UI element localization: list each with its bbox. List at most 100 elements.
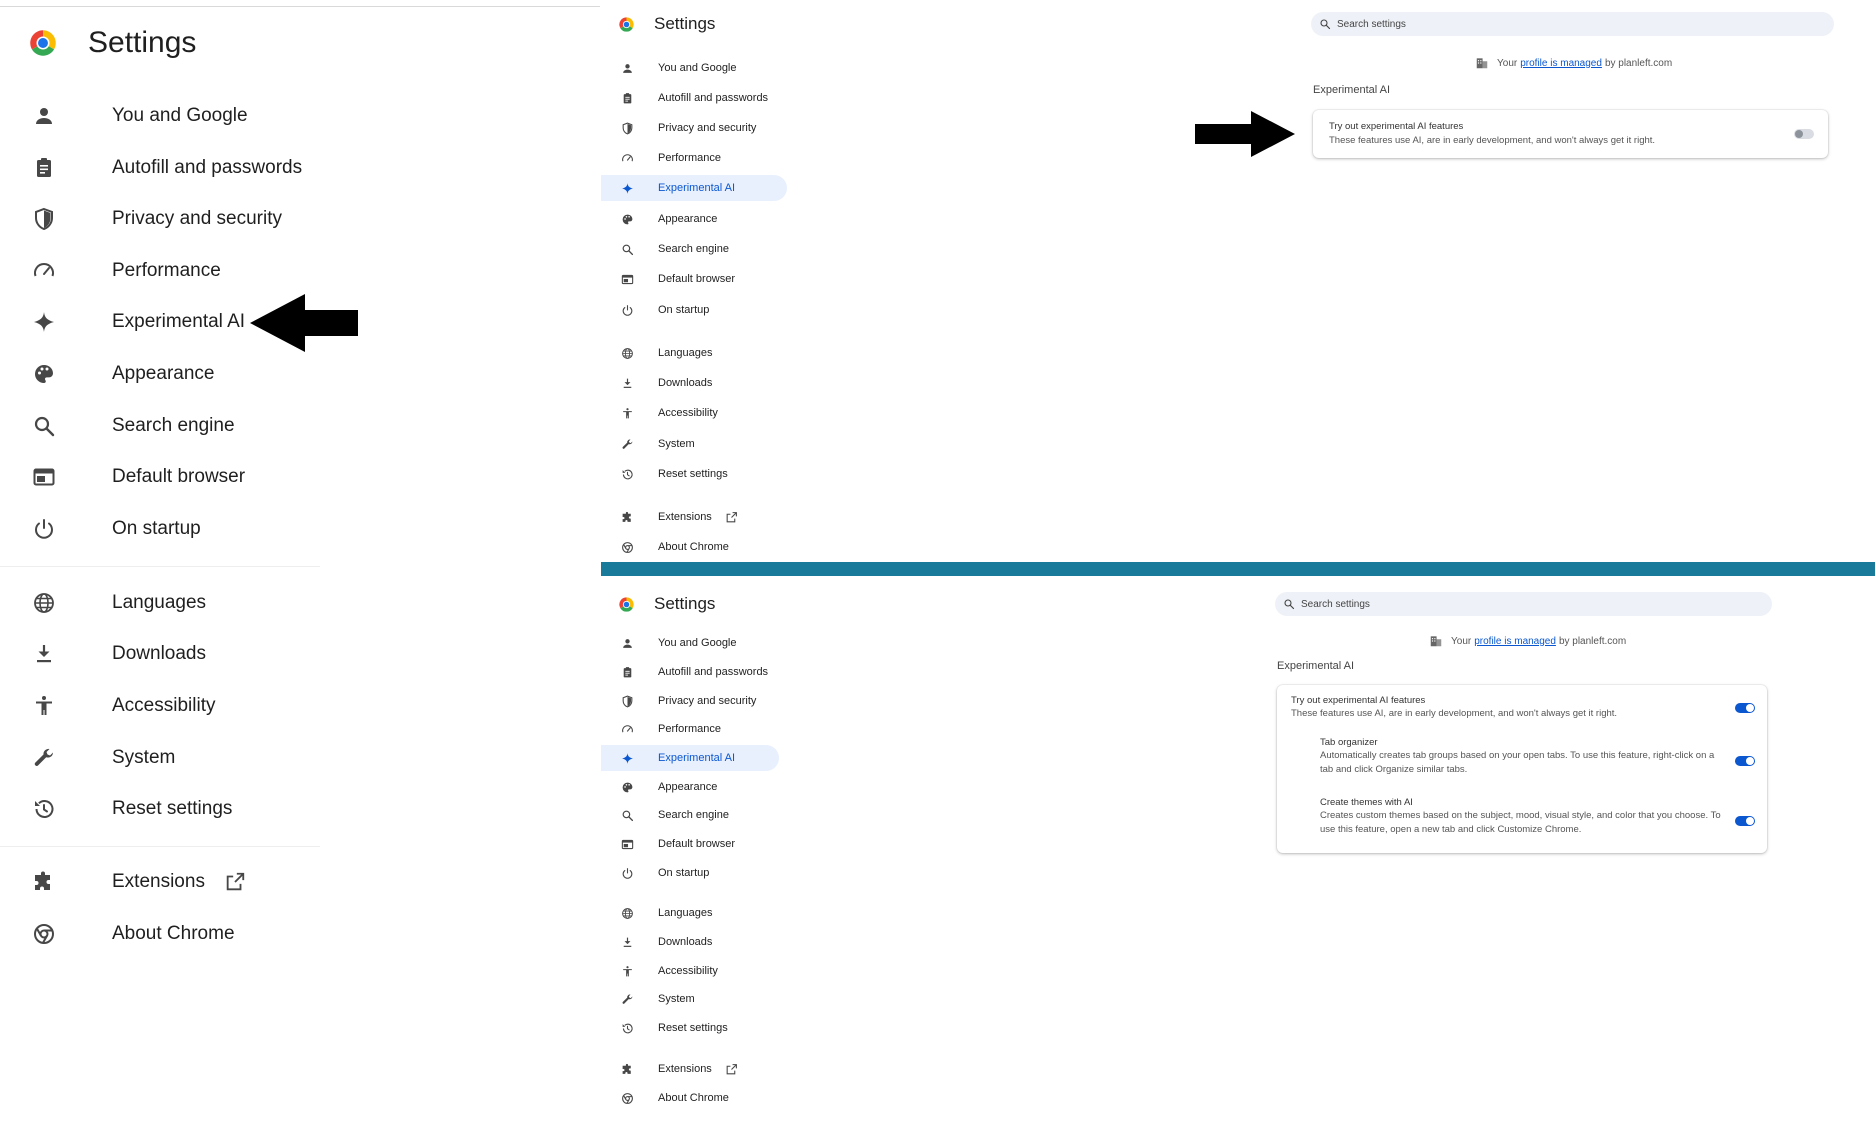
person-icon	[619, 60, 635, 76]
sidebar-item-label: Search engine	[658, 809, 729, 821]
sidebar-item-you-and-google[interactable]: You and Google	[30, 94, 248, 138]
sidebar-item-accessibility[interactable]: Accessibility	[601, 400, 787, 426]
sidebar-item-on-startup[interactable]: On startup	[601, 297, 787, 323]
sidebar-item-label: You and Google	[658, 637, 737, 649]
external-link-icon	[221, 868, 249, 896]
history-icon	[619, 1020, 635, 1036]
main-feature-toggle[interactable]	[1735, 703, 1755, 713]
palette-icon	[619, 779, 635, 795]
profile-managed-link[interactable]: profile is managed	[1520, 58, 1602, 69]
sidebar-item-languages[interactable]: Languages	[601, 900, 779, 926]
sidebar-item-performance[interactable]: Performance	[30, 249, 221, 293]
sidebar-item-privacy-and-security[interactable]: Privacy and security	[601, 688, 779, 714]
sparkle-icon	[619, 180, 635, 196]
sidebar-item-about-chrome[interactable]: About Chrome	[601, 1085, 779, 1111]
feature-description: These features use AI, are in early deve…	[1329, 135, 1656, 146]
globe-icon	[30, 589, 58, 617]
sidebar-item-label: Reset settings	[658, 1022, 728, 1034]
settings-window-after: Settings Search settings Your profile is…	[601, 576, 1875, 1131]
sidebar-item-search-engine[interactable]: Search engine	[601, 802, 779, 828]
sidebar-item-extensions[interactable]: Extensions	[30, 860, 249, 904]
building-icon	[1475, 56, 1489, 70]
sidebar-item-default-browser[interactable]: Default browser	[601, 266, 787, 292]
managed-suffix: by planleft.com	[1558, 635, 1627, 647]
download-icon	[619, 934, 635, 950]
sidebar-item-label: Appearance	[658, 781, 718, 793]
sidebar-item-accessibility[interactable]: Accessibility	[601, 958, 779, 984]
sub-feature-description: Automatically creates tab groups based o…	[1320, 750, 1715, 775]
shield-icon	[30, 205, 58, 233]
search-icon	[1283, 598, 1295, 610]
sidebar-item-default-browser[interactable]: Default browser	[30, 455, 245, 499]
managed-notice: Your profile is managed by planleft.com	[1475, 56, 1672, 70]
sidebar-item-label: Autofill and passwords	[658, 92, 769, 104]
search-icon	[1319, 18, 1331, 30]
main-feature-row[interactable]: Try out experimental AI features These f…	[1313, 110, 1828, 158]
sidebar-item-you-and-google[interactable]: You and Google	[601, 55, 787, 81]
sidebar-item-downloads[interactable]: Downloads	[30, 632, 206, 676]
arrow-left-icon	[250, 294, 360, 357]
sidebar-item-extensions[interactable]: Extensions	[601, 1056, 779, 1082]
create-themes-toggle[interactable]	[1735, 816, 1755, 826]
sidebar-item-privacy-and-security[interactable]: Privacy and security	[601, 115, 787, 141]
sidebar-item-about-chrome[interactable]: About Chrome	[601, 534, 787, 560]
sidebar-item-system[interactable]: System	[30, 736, 175, 780]
sidebar-item-label: Extensions	[112, 871, 205, 892]
sidebar-item-languages[interactable]: Languages	[601, 340, 787, 366]
main-feature-toggle[interactable]	[1794, 129, 1814, 139]
search-input[interactable]: Search settings	[1311, 12, 1834, 36]
sidebar-item-label: Experimental AI	[112, 311, 246, 332]
sidebar-item-autofill-and-passwords[interactable]: Autofill and passwords	[30, 146, 302, 190]
sidebar-item-about-chrome[interactable]: About Chrome	[30, 912, 235, 956]
sidebar-item-experimental-ai[interactable]: Experimental AI	[30, 300, 245, 344]
sidebar-item-you-and-google[interactable]: You and Google	[601, 630, 779, 656]
sidebar-item-downloads[interactable]: Downloads	[601, 370, 787, 396]
sidebar-item-performance[interactable]: Performance	[601, 145, 787, 171]
sidebar-item-search-engine[interactable]: Search engine	[601, 236, 787, 262]
sidebar-item-label: System	[112, 747, 176, 768]
sidebar-item-extensions[interactable]: Extensions	[601, 504, 787, 530]
puzzle-icon	[619, 509, 635, 525]
sidebar-item-downloads[interactable]: Downloads	[601, 929, 779, 955]
sidebar-item-accessibility[interactable]: Accessibility	[30, 684, 215, 728]
create-themes-row[interactable]: Create themes with AI Creates custom the…	[1277, 797, 1767, 849]
chrome-logo-icon	[617, 15, 636, 34]
sidebar-item-reset-settings[interactable]: Reset settings	[30, 787, 232, 831]
sidebar-item-autofill-and-passwords[interactable]: Autofill and passwords	[601, 85, 787, 111]
globe-icon	[619, 345, 635, 361]
sidebar-item-privacy-and-security[interactable]: Privacy and security	[30, 197, 282, 241]
sidebar-item-label: Downloads	[658, 377, 713, 389]
sidebar-item-label: Privacy and security	[112, 208, 283, 229]
power-icon	[619, 865, 635, 881]
feature-title: Try out experimental AI features	[1329, 121, 1464, 132]
wrench-icon	[619, 991, 635, 1007]
power-icon	[30, 515, 58, 543]
tab-organizer-row[interactable]: Tab organizer Automatically creates tab …	[1277, 737, 1767, 789]
settings-header: Settings	[26, 26, 196, 60]
sidebar-item-on-startup[interactable]: On startup	[30, 507, 201, 551]
sidebar-item-system[interactable]: System	[601, 986, 779, 1012]
sidebar-item-performance[interactable]: Performance	[601, 716, 779, 742]
sidebar-item-languages[interactable]: Languages	[30, 581, 206, 625]
browser-icon	[30, 463, 58, 491]
sidebar-item-label: Experimental AI	[658, 182, 736, 194]
profile-managed-link[interactable]: profile is managed	[1474, 636, 1556, 647]
tab-organizer-toggle[interactable]	[1735, 756, 1755, 766]
sidebar-item-appearance[interactable]: Appearance	[601, 774, 779, 800]
sidebar-item-on-startup[interactable]: On startup	[601, 860, 779, 886]
sidebar-item-default-browser[interactable]: Default browser	[601, 831, 779, 857]
main-feature-row[interactable]: Try out experimental AI features These f…	[1277, 685, 1767, 729]
search-input[interactable]: Search settings	[1275, 592, 1772, 616]
sidebar-item-experimental-ai[interactable]: Experimental AI	[601, 745, 779, 771]
sidebar-item-experimental-ai[interactable]: Experimental AI	[601, 175, 787, 201]
sidebar-item-appearance[interactable]: Appearance	[601, 206, 787, 232]
sidebar-item-system[interactable]: System	[601, 431, 787, 457]
sidebar-item-autofill-and-passwords[interactable]: Autofill and passwords	[601, 659, 779, 685]
shield-icon	[619, 120, 635, 136]
sidebar-item-search-engine[interactable]: Search engine	[30, 404, 235, 448]
sidebar-item-appearance[interactable]: Appearance	[30, 352, 214, 396]
settings-header: Settings	[617, 14, 715, 34]
sidebar-item-reset-settings[interactable]: Reset settings	[601, 461, 787, 487]
sidebar-item-reset-settings[interactable]: Reset settings	[601, 1015, 779, 1041]
experimental-ai-card: Try out experimental AI features These f…	[1277, 685, 1767, 853]
